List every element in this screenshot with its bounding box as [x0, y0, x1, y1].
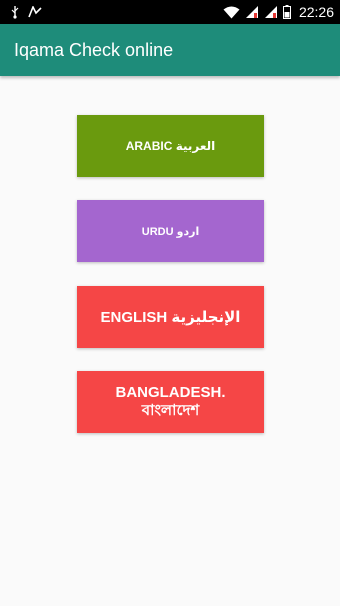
signal-icon: [264, 5, 278, 19]
bangladesh-button-label-line2: বাংলাদেশ: [141, 402, 200, 419]
notification-icon: [28, 6, 42, 18]
status-bar-right: 22:26: [223, 4, 334, 20]
wifi-icon: [223, 6, 240, 19]
usb-icon: [10, 5, 20, 19]
status-bar: 22:26: [0, 0, 340, 24]
english-button-label: ENGLISH الإنجليزية: [100, 309, 241, 326]
signal-icon: [245, 5, 259, 19]
app-bar: Iqama Check online: [0, 24, 340, 76]
bangladesh-button[interactable]: BANGLADESH. বাংলাদেশ: [77, 371, 264, 433]
bangladesh-button-label-line1: BANGLADESH.: [115, 384, 226, 401]
urdu-button-label: URDU اردو: [141, 225, 200, 238]
status-time: 22:26: [298, 4, 334, 20]
status-bar-left: [10, 5, 42, 19]
arabic-button-label: ARABIC العربية: [125, 139, 216, 153]
urdu-button[interactable]: URDU اردو: [77, 200, 264, 262]
arabic-button[interactable]: ARABIC العربية: [77, 115, 264, 177]
english-button[interactable]: ENGLISH الإنجليزية: [77, 286, 264, 348]
battery-icon: [282, 5, 291, 19]
app-title: Iqama Check online: [14, 39, 174, 60]
